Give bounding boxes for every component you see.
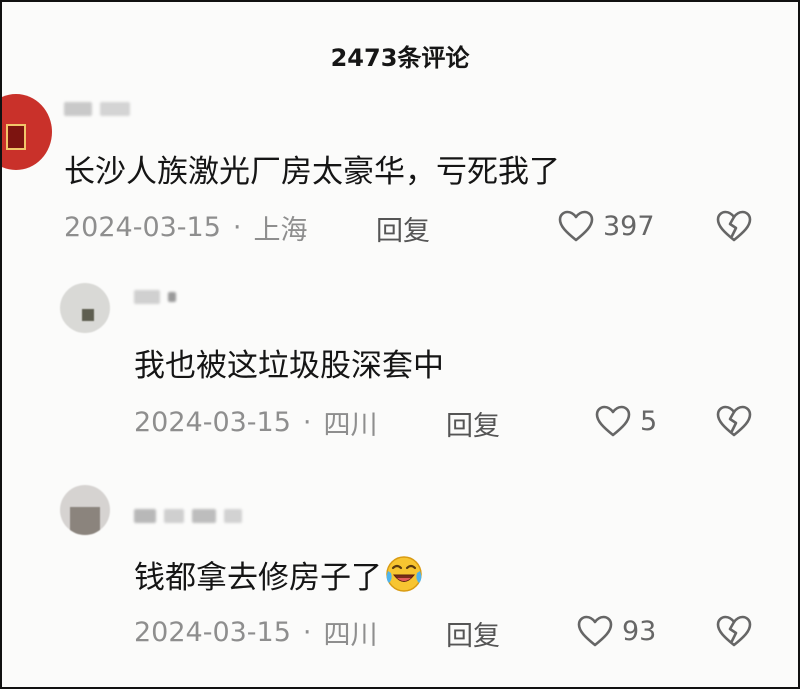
heart-outline-icon [558, 210, 594, 242]
comments-panel: 2473条评论 长沙人族激光厂房太豪华，亏死我了 2024-03-15 · 上海… [0, 0, 800, 689]
broken-heart-icon [716, 615, 752, 647]
avatar[interactable] [60, 485, 110, 535]
comment-meta: 2024-03-15 · 四川 [134, 614, 378, 651]
dislike-button[interactable] [715, 209, 753, 247]
comment-date: 2024-03-15 [64, 211, 221, 243]
avatar[interactable] [2, 94, 52, 170]
like-button[interactable]: 93 [576, 614, 656, 648]
comment-date: 2024-03-15 [134, 616, 291, 648]
comment-meta: 2024-03-15 · 上海 [64, 209, 308, 246]
laughing-crying-emoji [386, 556, 422, 592]
meta-separator: · [302, 616, 312, 648]
comment-location: 四川 [323, 619, 378, 651]
like-count: 5 [640, 405, 658, 437]
comment-date: 2024-03-15 [134, 406, 291, 438]
like-count: 93 [622, 615, 657, 647]
comments-count-title: 2473条评论 [330, 44, 470, 72]
dislike-button[interactable] [715, 404, 753, 442]
comment-text: 钱都拿去修房子了 [134, 554, 424, 596]
comment-text: 长沙人族激光厂房太豪华，亏死我了 [64, 153, 560, 190]
reply-button[interactable]: 回复 [446, 404, 500, 443]
meta-separator: · [232, 211, 242, 243]
comment-meta: 2024-03-15 · 四川 [134, 404, 378, 441]
heart-outline-icon [577, 615, 613, 647]
reply-button[interactable]: 回复 [446, 614, 500, 653]
username[interactable] [134, 286, 176, 308]
like-button[interactable]: 397 [557, 209, 655, 243]
broken-heart-icon [716, 405, 752, 437]
heart-outline-icon [595, 405, 631, 437]
username[interactable] [134, 505, 242, 527]
reply-button[interactable]: 回复 [376, 209, 430, 248]
comment-text: 我也被这垃圾股深套中 [134, 347, 444, 384]
avatar[interactable] [60, 283, 110, 333]
broken-heart-icon [716, 210, 752, 242]
like-button[interactable]: 5 [594, 404, 657, 438]
dislike-button[interactable] [715, 614, 753, 652]
username[interactable] [64, 98, 130, 120]
comment-location: 上海 [253, 214, 308, 246]
meta-separator: · [302, 406, 312, 438]
like-count: 397 [603, 210, 655, 242]
comment-location: 四川 [323, 409, 378, 441]
